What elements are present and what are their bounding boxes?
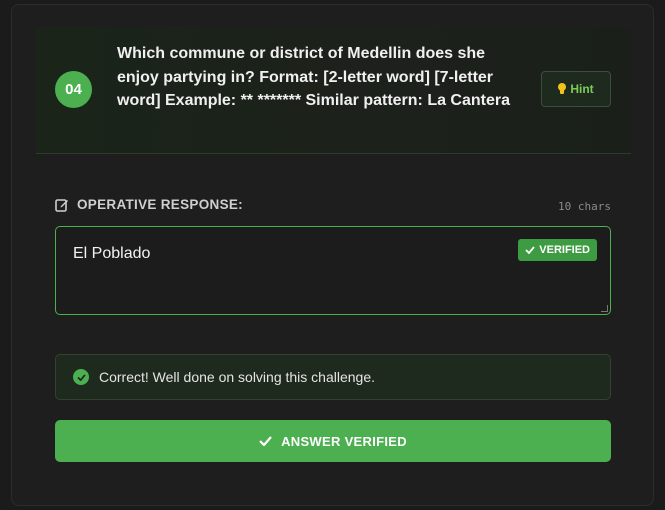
feedback-message: Correct! Well done on solving this chall… — [55, 354, 611, 400]
response-textarea[interactable]: El Poblado VERIFIED — [55, 226, 611, 315]
checkmark-icon — [525, 246, 535, 254]
feedback-text: Correct! Well done on solving this chall… — [99, 369, 376, 385]
hint-label: Hint — [570, 82, 594, 96]
verified-badge-label: VERIFIED — [539, 244, 590, 256]
hint-button[interactable]: Hint — [541, 71, 611, 107]
question-number-badge: 04 — [55, 71, 92, 108]
check-circle-icon — [73, 369, 89, 385]
response-value: El Poblado — [73, 245, 151, 262]
question-text: Which commune or district of Medellin do… — [117, 45, 511, 109]
edit-icon — [55, 198, 69, 212]
response-label-row: OPERATIVE RESPONSE: — [55, 197, 243, 212]
char-count: 10 chars — [558, 200, 611, 213]
response-label: OPERATIVE RESPONSE: — [77, 197, 243, 212]
verified-badge: VERIFIED — [518, 239, 597, 261]
checkmark-icon — [259, 436, 272, 446]
submit-label: ANSWER VERIFIED — [281, 433, 407, 449]
answer-verified-button[interactable]: ANSWER VERIFIED — [55, 420, 611, 462]
resize-handle-icon[interactable] — [601, 305, 608, 312]
lightbulb-icon — [558, 83, 567, 95]
